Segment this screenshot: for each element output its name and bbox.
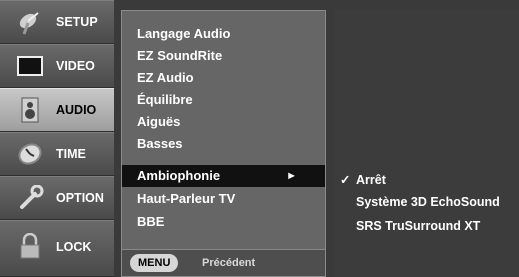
category-label: VIDEO [56, 59, 95, 73]
menu-item-ez-audio[interactable]: EZ Audio [122, 67, 325, 89]
menu-item-tv-speaker[interactable]: Haut-Parleur TV [122, 188, 325, 210]
tv-osd-screen: SETUP VIDEO AUDIO TIME OPTION LOCK Langa… [0, 0, 519, 277]
monitor-icon [17, 56, 43, 76]
check-icon: ✓ [340, 173, 351, 187]
option-label: Arrêt [356, 173, 386, 187]
wrench-icon [20, 185, 44, 209]
menu-item-bass[interactable]: Basses [122, 133, 325, 155]
option-label: Système 3D EchoSound [356, 195, 500, 209]
category-label: TIME [56, 147, 86, 161]
menu-item-bbe[interactable]: BBE [122, 211, 325, 233]
submenu-arrow-icon: ► [286, 170, 297, 182]
menu-item-label: Ambiophonie [137, 168, 221, 183]
satellite-dish-icon [19, 12, 39, 35]
audio-submenu: Langage Audio EZ SoundRite EZ Audio Équi… [121, 10, 326, 277]
category-option[interactable]: OPTION [0, 176, 114, 220]
option-label: SRS TruSurround XT [356, 219, 481, 233]
menu-item-balance[interactable]: Équilibre [122, 89, 325, 111]
previous-hint: Précédent [202, 257, 256, 269]
category-label: SETUP [56, 15, 98, 29]
padlock-icon [20, 233, 40, 259]
category-lock[interactable]: LOCK [0, 220, 114, 277]
category-video[interactable]: VIDEO [0, 44, 114, 88]
menu-item-treble[interactable]: Aiguës [122, 111, 325, 133]
category-setup[interactable]: SETUP [0, 0, 114, 44]
category-label: LOCK [56, 240, 92, 254]
speaker-icon [21, 97, 39, 123]
category-label: AUDIO [56, 103, 97, 117]
menu-item-audio-language[interactable]: Langage Audio [122, 23, 325, 45]
menu-item-surround[interactable]: Ambiophonie ► [122, 165, 325, 187]
category-audio[interactable]: AUDIO [0, 88, 114, 132]
category-time[interactable]: TIME [0, 132, 114, 176]
menu-item-ez-soundrite[interactable]: EZ SoundRite [122, 45, 325, 67]
menu-footer: MENU Précédent [122, 249, 325, 276]
menu-button[interactable]: MENU [130, 254, 179, 272]
clock-icon [18, 143, 42, 165]
category-menu: SETUP VIDEO AUDIO TIME OPTION LOCK [0, 0, 114, 277]
category-label: OPTION [56, 191, 104, 205]
surround-options-panel: ✓ Arrêt Système 3D EchoSound SRS TruSurr… [334, 10, 519, 277]
